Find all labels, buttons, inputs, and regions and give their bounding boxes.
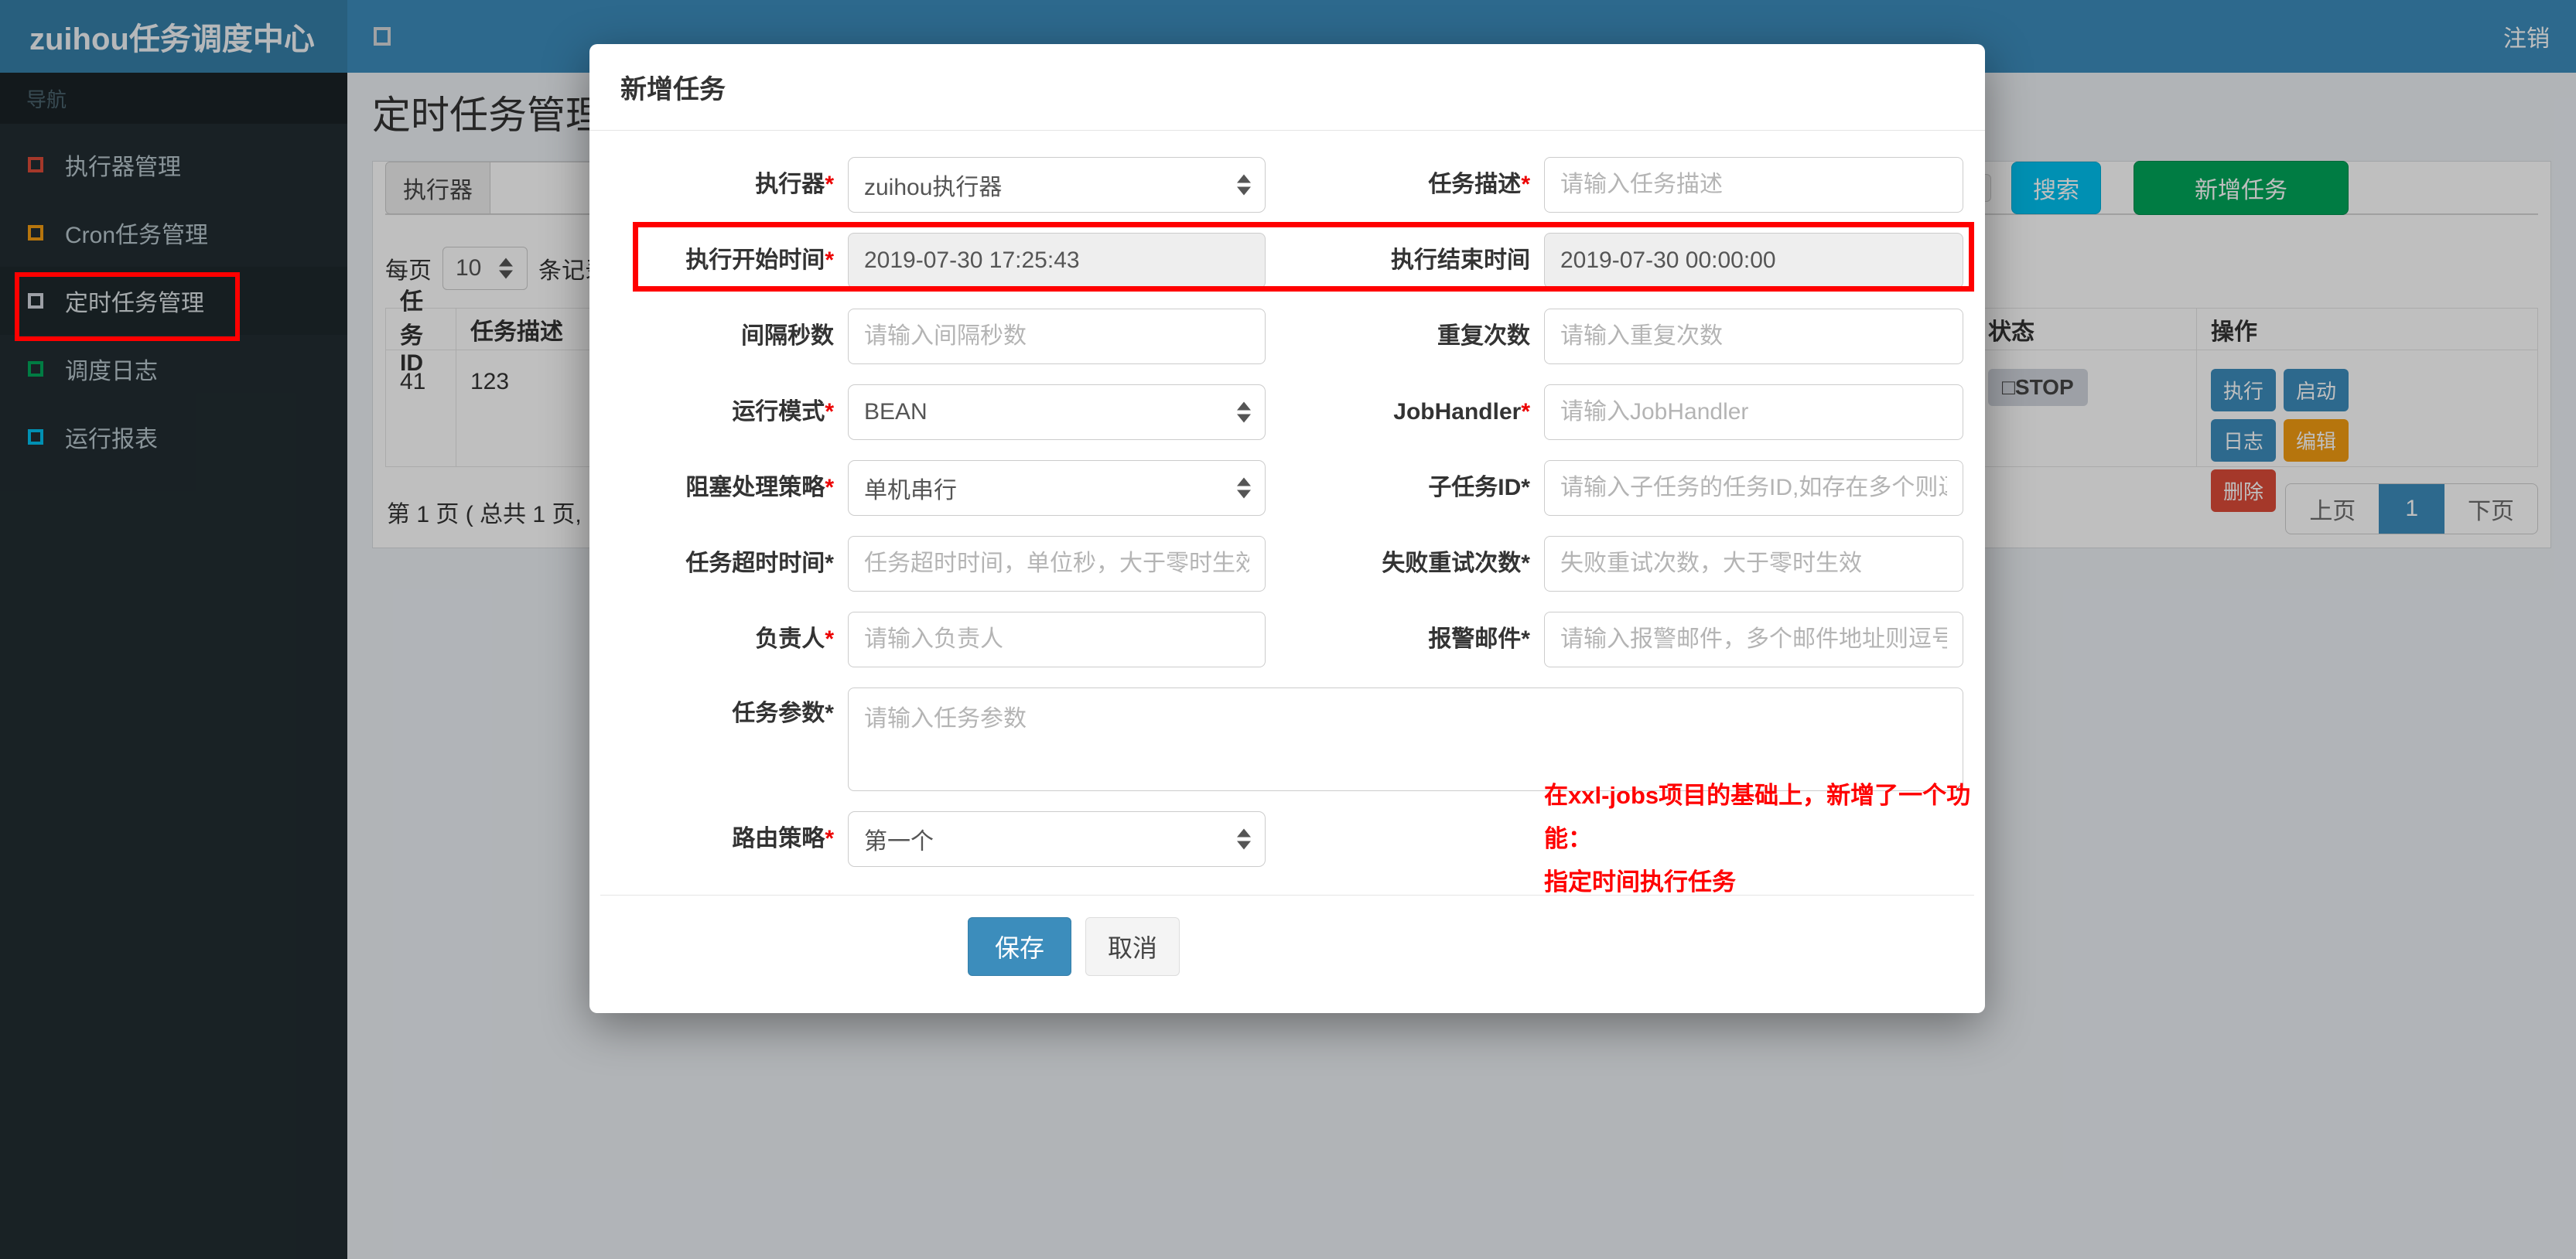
run-mode-label: 运行模式* xyxy=(732,399,834,425)
form-row-interval-repeat: 间隔秒数 重复次数 xyxy=(600,309,1974,364)
start-time-label: 执行开始时间* xyxy=(685,247,834,273)
block-strategy-select-value: 单机串行 xyxy=(864,478,957,503)
form-row-exec-time: 执行开始时间* 执行结束时间 xyxy=(600,233,1974,288)
executor-select[interactable]: zuihou执行器 xyxy=(848,157,1266,213)
required-mark: * xyxy=(1521,399,1530,425)
required-mark: * xyxy=(825,172,834,197)
modal-footer: 保存 取消 xyxy=(600,896,1974,976)
save-button[interactable]: 保存 xyxy=(968,917,1072,976)
select-caret-icon xyxy=(1237,401,1251,423)
required-mark: * xyxy=(1521,172,1530,197)
run-mode-select-value: BEAN xyxy=(864,399,928,425)
child-job-label: 子任务ID* xyxy=(1428,475,1530,500)
job-desc-label: 任务描述* xyxy=(1428,172,1530,197)
required-mark: * xyxy=(825,247,834,273)
retry-input[interactable] xyxy=(1544,536,1963,592)
required-mark: * xyxy=(825,475,834,500)
owner-label: 负责人* xyxy=(755,626,834,652)
start-time-input[interactable] xyxy=(848,233,1266,288)
select-caret-icon xyxy=(1237,828,1251,850)
timeout-label: 任务超时时间* xyxy=(685,551,834,576)
cancel-button[interactable]: 取消 xyxy=(1085,917,1180,976)
executor-select-value: zuihou执行器 xyxy=(864,175,1003,200)
job-param-label: 任务参数* xyxy=(732,701,834,726)
owner-input[interactable] xyxy=(848,612,1266,667)
add-task-modal: 新增任务 执行器* zuihou执行器 任务描述* 执行开始时间* 执行结束时间… xyxy=(589,44,1985,1013)
route-strategy-label: 路由策略* xyxy=(732,826,834,851)
interval-label: 间隔秒数 xyxy=(741,323,834,349)
form-row-timeout-retry: 任务超时时间* 失败重试次数* xyxy=(600,536,1974,592)
select-caret-icon xyxy=(1237,174,1251,196)
executor-label: 执行器* xyxy=(755,172,834,197)
block-strategy-select[interactable]: 单机串行 xyxy=(848,460,1266,516)
interval-input[interactable] xyxy=(848,309,1266,364)
select-caret-icon xyxy=(1237,477,1251,499)
repeat-label: 重复次数 xyxy=(1437,323,1530,349)
form-row-block-child: 阻塞处理策略* 单机串行 子任务ID* xyxy=(600,460,1974,516)
modal-title: 新增任务 xyxy=(620,75,726,104)
alarm-email-label: 报警邮件* xyxy=(1428,626,1530,652)
block-strategy-label: 阻塞处理策略* xyxy=(685,475,834,500)
route-strategy-select-value: 第一个 xyxy=(864,829,934,855)
repeat-input[interactable] xyxy=(1544,309,1963,364)
feature-note-line1: 在xxl-jobs项目的基础上，新增了一个功能： xyxy=(1544,782,1971,852)
feature-note: 在xxl-jobs项目的基础上，新增了一个功能： 指定时间执行任务 xyxy=(1544,774,1974,904)
required-mark: * xyxy=(825,399,834,425)
route-strategy-select[interactable]: 第一个 xyxy=(848,811,1266,867)
form-row-executor-desc: 执行器* zuihou执行器 任务描述* xyxy=(600,157,1974,213)
modal-header: 新增任务 xyxy=(589,44,1985,131)
end-time-input[interactable] xyxy=(1544,233,1963,288)
form-row-route-strategy: 路由策略* 第一个 在xxl-jobs项目的基础上，新增了一个功能： 指定时间执… xyxy=(600,782,1974,896)
retry-label: 失败重试次数* xyxy=(1382,551,1530,576)
job-desc-input[interactable] xyxy=(1544,157,1963,213)
required-mark: * xyxy=(825,826,834,851)
form-row-owner-email: 负责人* 报警邮件* xyxy=(600,612,1974,667)
alarm-email-input[interactable] xyxy=(1544,612,1963,667)
form-row-runmode-handler: 运行模式* BEAN JobHandler* xyxy=(600,384,1974,440)
timeout-input[interactable] xyxy=(848,536,1266,592)
child-job-input[interactable] xyxy=(1544,460,1963,516)
run-mode-select[interactable]: BEAN xyxy=(848,384,1266,440)
required-mark: * xyxy=(825,626,834,652)
job-handler-input[interactable] xyxy=(1544,384,1963,440)
feature-note-line2: 指定时间执行任务 xyxy=(1544,868,1736,896)
modal-body: 执行器* zuihou执行器 任务描述* 执行开始时间* 执行结束时间 间隔秒数… xyxy=(589,131,1985,976)
job-handler-label: JobHandler* xyxy=(1393,399,1530,425)
end-time-label: 执行结束时间 xyxy=(1391,247,1530,273)
